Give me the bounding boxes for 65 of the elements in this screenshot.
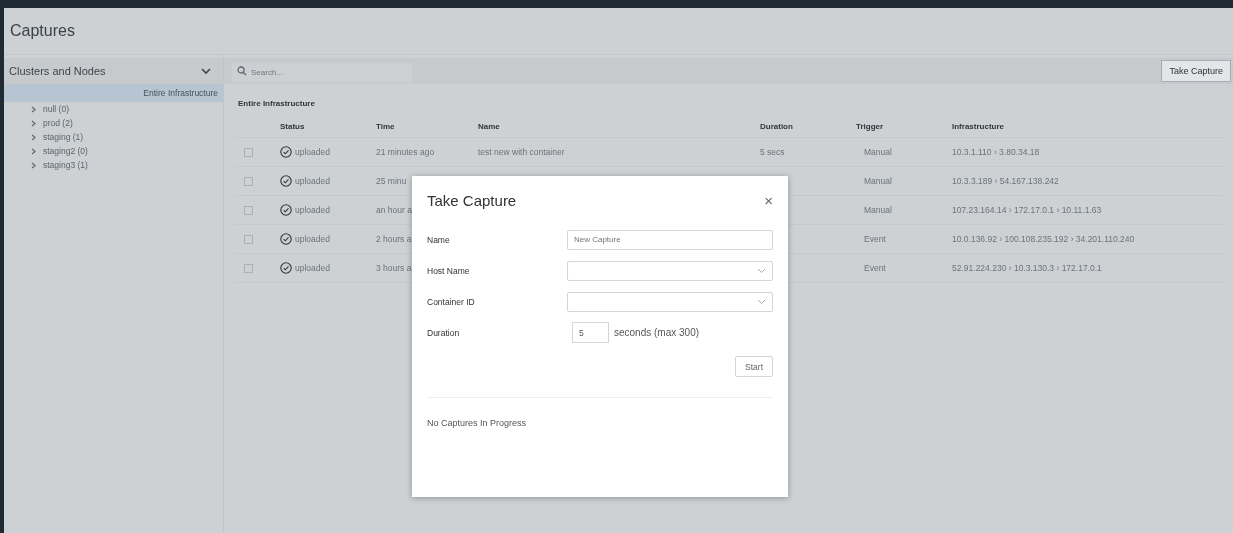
status-text: uploaded — [295, 176, 330, 186]
row-checkbox[interactable] — [244, 205, 253, 215]
infrastructure-cell: 107.23.164.14 › 172.17.0.1 › 10.11.1.63 — [952, 205, 1102, 215]
start-button[interactable]: Start — [735, 356, 773, 377]
name-field[interactable]: New Capture — [566, 229, 773, 250]
check-circle-icon — [280, 233, 292, 245]
status-text: uploaded — [295, 205, 330, 215]
page-title: Captures — [10, 22, 75, 40]
chevron-down-icon — [757, 298, 766, 305]
check-circle-icon — [280, 262, 292, 274]
row-checkbox[interactable] — [244, 234, 253, 244]
time-cell: 25 minu — [376, 176, 407, 186]
status-text: uploaded — [295, 263, 330, 273]
trigger-cell: Event — [864, 234, 886, 244]
chevron-down-icon — [757, 267, 766, 274]
status-text: uploaded — [295, 234, 330, 244]
row-checkbox[interactable] — [244, 263, 253, 273]
close-icon[interactable]: × — [764, 191, 773, 209]
chevron-down-icon — [201, 67, 211, 75]
tree-item[interactable]: staging3 (1) — [43, 160, 88, 170]
field-label: Container ID — [427, 296, 476, 307]
duration-hint: seconds (max 300) — [614, 327, 700, 338]
check-circle-icon — [280, 204, 292, 216]
time-cell: 2 hours a — [376, 234, 412, 244]
field-label: Host Name — [427, 265, 471, 276]
name-cell: test new with container — [478, 147, 565, 157]
infrastructure-cell: 52.91.224.230 › 10.3.130.3 › 172.17.0.1 — [952, 263, 1102, 273]
table-title: Entire Infrastructure — [238, 99, 316, 110]
trigger-cell: Event — [864, 263, 886, 273]
field-label: Name — [427, 234, 451, 245]
tree-item[interactable]: staging2 (0) — [43, 146, 88, 156]
tree-item[interactable]: null (0) — [43, 104, 69, 114]
take-capture-button[interactable]: Take Capture — [1161, 60, 1231, 82]
dialog-title: Take Capture — [427, 191, 517, 209]
time-cell: 21 minutes ago — [376, 147, 435, 157]
infrastructure-cell: 10.3.1.110 › 3.80.34.18 — [952, 147, 1040, 157]
duration-cell: 5 secs — [760, 147, 785, 157]
row-checkbox[interactable] — [244, 176, 253, 186]
row-checkbox[interactable] — [244, 147, 253, 157]
status-message: No Captures In Progress — [427, 418, 528, 428]
clusters-dropdown[interactable]: Clusters and Nodes — [4, 58, 223, 84]
column-header: Duration — [760, 121, 794, 131]
column-header: Infrastructure — [952, 121, 1005, 131]
select-field[interactable] — [566, 291, 773, 312]
trigger-cell: Manual — [864, 176, 892, 186]
select-field[interactable] — [566, 260, 773, 281]
infrastructure-cell: 10.0.136.92 › 100.108.235.192 › 34.201.110.240 — [952, 234, 1135, 244]
time-cell: an hour a — [376, 205, 412, 215]
column-header: Trigger — [856, 121, 885, 131]
column-header: Status — [280, 121, 306, 131]
status-text: uploaded — [295, 147, 330, 157]
time-cell: 3 hours a — [376, 263, 412, 273]
search-field[interactable]: Search... — [232, 62, 412, 83]
field-label: Duration — [427, 327, 461, 338]
infrastructure-cell: 10.3.3.189 › 54.167.138.242 — [952, 176, 1059, 186]
column-header: Time — [376, 121, 396, 131]
tree-item[interactable]: prod (2) — [43, 118, 73, 128]
check-circle-icon — [280, 146, 292, 158]
trigger-cell: Manual — [864, 147, 892, 157]
column-header: Name — [478, 121, 501, 131]
trigger-cell: Manual — [864, 205, 892, 215]
duration-field[interactable]: 5 — [572, 322, 609, 343]
tree-item[interactable]: staging (1) — [43, 132, 84, 142]
tree-item[interactable]: Entire Infrastructure — [4, 84, 223, 102]
check-circle-icon — [280, 175, 292, 187]
